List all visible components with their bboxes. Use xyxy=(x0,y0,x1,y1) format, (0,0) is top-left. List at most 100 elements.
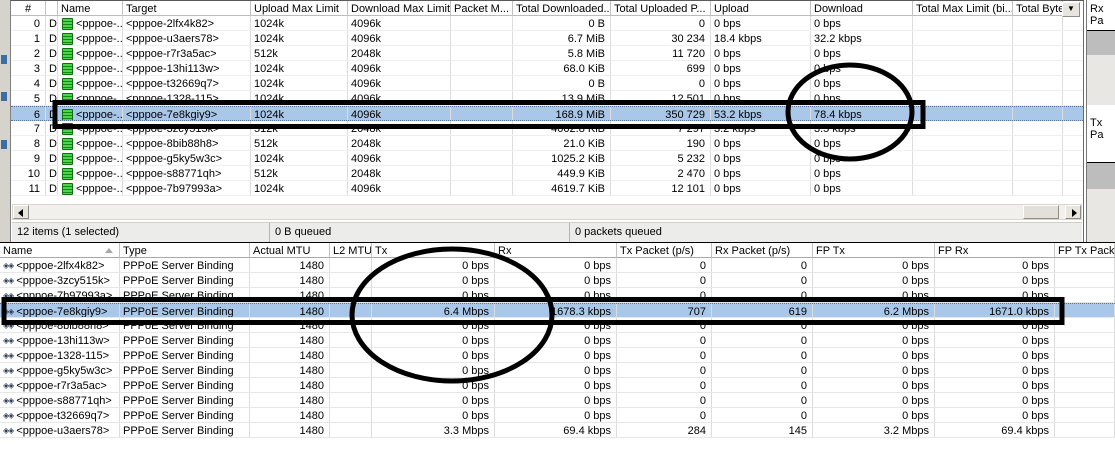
cell-tx: 0 bps xyxy=(372,258,495,272)
cell-target: <pppoe-t32669q7> xyxy=(123,76,251,90)
cell-name: ◈◈ <pppoe-1328-115> xyxy=(0,348,120,362)
column-header-tx[interactable]: Tx xyxy=(372,243,495,258)
cell-tx-packet: 0 xyxy=(617,378,712,392)
scroll-right-button[interactable] xyxy=(1065,205,1081,219)
column-header-packet-marks[interactable]: Packet M... xyxy=(451,1,513,16)
cell-download: 32.2 kbps xyxy=(811,31,913,45)
table-row[interactable]: ◈◈ <pppoe-s88771qh> PPPoE Server Binding 14… xyxy=(0,393,1115,408)
column-header-fp-rx[interactable]: FP Rx xyxy=(935,243,1055,258)
column-header-download[interactable]: Download xyxy=(811,1,913,16)
column-picker-button[interactable]: ▼ xyxy=(1062,2,1080,17)
scroll-left-button[interactable] xyxy=(13,205,29,219)
cell-name: ◈◈ <pppoe-7e8kgiy9> xyxy=(0,304,120,317)
table-row-selected[interactable]: ◈◈ <pppoe-7e8kgiy9> PPPoE Server Binding 14… xyxy=(0,303,1115,318)
column-header-name[interactable]: Name xyxy=(58,1,123,16)
column-header-l2-mtu[interactable]: L2 MTU xyxy=(330,243,372,258)
cell-flag: D xyxy=(46,166,58,180)
cell-target: <pppoe-s88771qh> xyxy=(123,166,251,180)
column-header-tx-packet[interactable]: Tx Packet (p/s) xyxy=(617,243,712,258)
table-row[interactable]: ◈◈ <pppoe-3zcy515k> PPPoE Server Binding 14… xyxy=(0,273,1115,288)
column-header-total-bytes[interactable]: Total Bytes xyxy=(1013,1,1063,16)
cell-upload: 0 bps xyxy=(711,76,811,90)
table-row[interactable]: ◈◈ <pppoe-t32669q7> PPPoE Server Binding 14… xyxy=(0,408,1115,423)
cell-upload: 0 bps xyxy=(711,151,811,165)
table-row[interactable]: 5 D <pppoe-... <pppoe-1328-115> 1024k 4096k 13… xyxy=(11,91,1083,106)
queue-icon xyxy=(62,109,73,120)
column-header-total-downloaded[interactable]: Total Downloaded... xyxy=(513,1,611,16)
table-row[interactable]: 1 D <pppoe-... <pppoe-u3aers78> 1024k 4096k 6.… xyxy=(11,31,1083,46)
table-row[interactable]: 9 D <pppoe-... <pppoe-g5ky5w3c> 1024k 4096k 10… xyxy=(11,151,1083,166)
cell-fp-tx: 6.2 Mbps xyxy=(813,304,935,317)
column-header-name[interactable]: Name xyxy=(0,243,120,258)
dynamic-interface-icon: ◈◈ xyxy=(3,321,14,330)
cell-fp-tx-packet xyxy=(1055,258,1115,272)
cell-upload: 0 bps xyxy=(711,16,811,30)
column-header-num[interactable]: # xyxy=(11,1,46,16)
cell-fp-tx: 0 bps xyxy=(813,363,935,377)
column-header-rx-packet[interactable]: Rx Packet (p/s) xyxy=(712,243,813,258)
cell-upload-max: 512k xyxy=(251,121,348,135)
table-row[interactable]: ◈◈ <pppoe-13hi113w> PPPoE Server Binding 14… xyxy=(0,333,1115,348)
table-row[interactable]: 3 D <pppoe-... <pppoe-13hi113w> 1024k 4096k 68… xyxy=(11,61,1083,76)
column-header-total-uploaded[interactable]: Total Uploaded P... xyxy=(611,1,711,16)
cell-flag: D xyxy=(46,16,58,30)
cell-name: <pppoe-... xyxy=(58,121,123,135)
cell-name: ◈◈ <pppoe-13hi113w> xyxy=(0,333,120,347)
scrollbar-thumb[interactable] xyxy=(1023,205,1059,219)
cell-fp-tx-packet xyxy=(1055,393,1115,407)
cell-tx: 0 bps xyxy=(372,288,495,302)
table-row[interactable]: ◈◈ <pppoe-u3aers78> PPPoE Server Binding 14… xyxy=(0,423,1115,438)
cell-upload-max: 512k xyxy=(251,166,348,180)
column-header-total-max-limit[interactable]: Total Max Limit (bi... xyxy=(913,1,1013,16)
cell-name: ◈◈ <pppoe-g5ky5w3c> xyxy=(0,363,120,377)
cell-l2-mtu xyxy=(330,363,372,377)
table-row[interactable]: ◈◈ <pppoe-g5ky5w3c> PPPoE Server Binding 14… xyxy=(0,363,1115,378)
table-row[interactable]: 8 D <pppoe-... <pppoe-8bib88h8> 512k 2048k 21.… xyxy=(11,136,1083,151)
table-row[interactable]: 0 D <pppoe-... <pppoe-2lfx4k82> 1024k 4096k 0 … xyxy=(11,16,1083,31)
cell-fp-tx-packet xyxy=(1055,348,1115,362)
sort-ascending-icon xyxy=(105,248,113,253)
cell-fp-tx: 0 bps xyxy=(813,378,935,392)
cell-rx: 0 bps xyxy=(495,348,617,362)
queue-icon xyxy=(62,93,73,105)
cell-actual-mtu: 1480 xyxy=(250,363,330,377)
table-row[interactable]: 2 D <pppoe-... <pppoe-r7r3a5ac> 512k 2048k 5.8… xyxy=(11,46,1083,61)
status-items: 12 items (1 selected) xyxy=(12,223,270,242)
column-header-flag[interactable] xyxy=(46,1,58,16)
cell-fp-rx: 0 bps xyxy=(935,378,1055,392)
table-row[interactable]: 7 D <pppoe-... <pppoe-3zcy515k> 512k 2048k 400… xyxy=(11,121,1083,136)
cell-type: PPPoE Server Binding xyxy=(120,258,250,272)
column-header-rx[interactable]: Rx xyxy=(495,243,617,258)
cell-upload-max: 1024k xyxy=(251,181,348,195)
cell-tx: 0 bps xyxy=(372,363,495,377)
column-header-fp-tx-packet[interactable]: FP Tx Packe... xyxy=(1055,243,1115,258)
column-header-upload-max[interactable]: Upload Max Limit xyxy=(251,1,348,16)
horizontal-scrollbar[interactable] xyxy=(12,204,1082,220)
column-header-upload[interactable]: Upload xyxy=(711,1,811,16)
cell-download-max: 4096k xyxy=(348,151,451,165)
table-row[interactable]: 10 D <pppoe-... <pppoe-s88771qh> 512k 2048k 44… xyxy=(11,166,1083,181)
cell-download-max: 4096k xyxy=(348,76,451,90)
cell-rx-packet: 0 xyxy=(712,333,813,347)
cell-download: 0 bps xyxy=(811,16,913,30)
cell-tx: 0 bps xyxy=(372,408,495,422)
table-row[interactable]: 11 D <pppoe-... <pppoe-7b97993a> 1024k 4096k 4… xyxy=(11,181,1083,196)
cell-packet-marks xyxy=(451,31,513,45)
cell-l2-mtu xyxy=(330,393,372,407)
table-row-selected[interactable]: 6 D <pppoe-... <pppoe-7e8kgiy9> 1024k 4096k 16… xyxy=(11,106,1083,121)
column-header-target[interactable]: Target xyxy=(123,1,251,16)
table-row[interactable]: ◈◈ <pppoe-7b97993a> PPPoE Server Binding 14… xyxy=(0,288,1115,303)
cell-total-downloaded: 6.7 MiB xyxy=(513,31,611,45)
column-header-actual-mtu[interactable]: Actual MTU xyxy=(250,243,330,258)
cell-upload-max: 1024k xyxy=(251,61,348,75)
table-row[interactable]: ◈◈ <pppoe-2lfx4k82> PPPoE Server Binding 14… xyxy=(0,258,1115,273)
table-row[interactable]: ◈◈ <pppoe-1328-115> PPPoE Server Binding 14… xyxy=(0,348,1115,363)
dynamic-interface-icon: ◈◈ xyxy=(3,426,14,435)
column-header-type[interactable]: Type xyxy=(120,243,250,258)
column-header-fp-tx[interactable]: FP Tx xyxy=(813,243,935,258)
table-row[interactable]: ◈◈ <pppoe-8bib88h8> PPPoE Server Binding 14… xyxy=(0,318,1115,333)
table-row[interactable]: 4 D <pppoe-... <pppoe-t32669q7> 1024k 4096k 0 … xyxy=(11,76,1083,91)
cell-rx: 0 bps xyxy=(495,273,617,287)
table-row[interactable]: ◈◈ <pppoe-r7r3a5ac> PPPoE Server Binding 14… xyxy=(0,378,1115,393)
column-header-download-max[interactable]: Download Max Limit xyxy=(348,1,451,16)
